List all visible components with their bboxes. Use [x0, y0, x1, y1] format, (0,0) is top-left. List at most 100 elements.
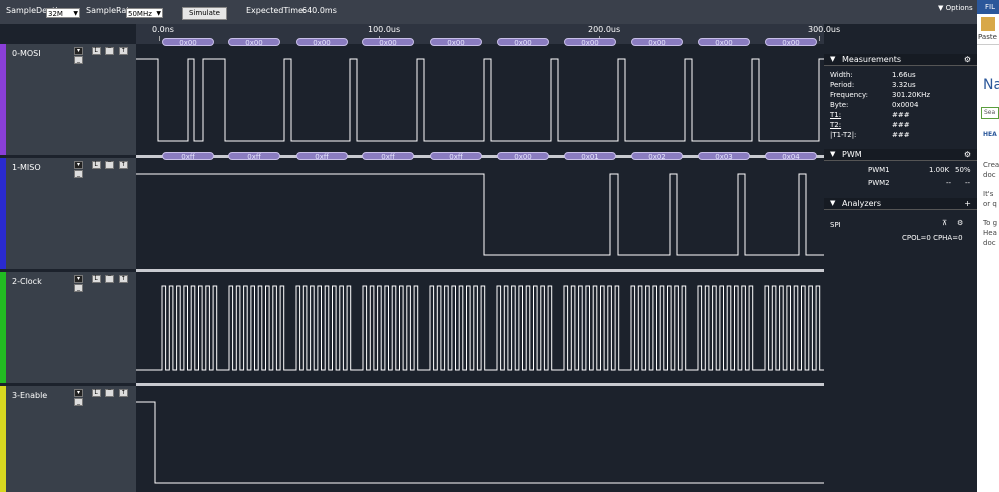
measure-value: 0x0004 [892, 101, 919, 109]
mosi-packet[interactable]: 0x00 [497, 38, 549, 47]
measure-label[interactable]: T1: [830, 111, 841, 119]
add-icon[interactable]: + [964, 199, 971, 208]
trigger-low-icon[interactable]: _ [74, 398, 83, 406]
channel-buttons: ▾ ᒪ ‾ ↑ _ [74, 389, 136, 407]
pane-text: Hea [983, 229, 997, 237]
mosi-packet[interactable]: 0x00 [698, 38, 750, 47]
sample-depth-select[interactable]: 32M ▼ [46, 8, 80, 18]
mosi-packet[interactable]: 0x00 [228, 38, 280, 47]
channel-header-mosi[interactable]: 0-MOSI ▾ ᒪ ‾ ↑ _ [0, 44, 136, 155]
analyzer-name: SPI [830, 221, 841, 229]
ruler-tick: 200.0us [588, 25, 621, 34]
trigger-low-icon[interactable]: _ [74, 56, 83, 64]
channel-color-bar [0, 386, 6, 492]
measure-label[interactable]: T2: [830, 121, 841, 129]
miso-packet[interactable]: 0xff [296, 152, 348, 161]
mosi-packet[interactable]: 0x00 [362, 38, 414, 47]
channel-menu-icon[interactable]: ▾ [74, 389, 83, 397]
mosi-packet[interactable]: 0x00 [765, 38, 817, 47]
ruler-tick: 100.0us [368, 25, 401, 34]
paste-label[interactable]: Paste [978, 33, 997, 41]
miso-packet[interactable]: 0xff [430, 152, 482, 161]
measure-label: Period: [830, 81, 855, 89]
miso-packet[interactable]: 0xff [162, 152, 214, 161]
mosi-packet[interactable]: 0x00 [162, 38, 214, 47]
waveform-miso[interactable] [136, 158, 824, 269]
miso-packet[interactable]: 0x03 [698, 152, 750, 161]
channel-color-bar [0, 272, 6, 383]
mosi-packet[interactable]: 0x00 [296, 38, 348, 47]
trigger-high-icon[interactable]: ‾ [105, 389, 115, 397]
mosi-packet[interactable]: 0x00 [430, 38, 482, 47]
sample-rate-select[interactable]: 50MHz ▼ [126, 8, 163, 18]
gear-icon[interactable]: ⚙ [964, 150, 971, 159]
channel-header-clock[interactable]: 2-Clock ▾ ᒪ ‾ ↑ _ [0, 272, 136, 383]
measure-value: ### [892, 111, 910, 119]
analyzer-remove-icon[interactable]: ⊼ [942, 219, 947, 227]
pane-text: or q [983, 200, 997, 208]
trigger-rise-icon[interactable]: ↑ [118, 161, 128, 169]
right-panel: ▼ Measurements ⚙ Width: 1.66us Period: 3… [824, 44, 977, 492]
chevron-down-icon: ▼ [156, 10, 161, 17]
triangle-down-icon: ▼ [938, 4, 944, 12]
pane-text: doc [983, 239, 996, 247]
analyzers-header[interactable]: ▼ Analyzers + [824, 198, 977, 210]
pwm-freq[interactable]: -- [946, 179, 951, 187]
analyzers-title: Analyzers [842, 199, 881, 208]
pane-text: doc [983, 171, 996, 179]
pwm-name: PWM2 [868, 179, 890, 187]
trigger-rise-icon[interactable]: ↑ [118, 275, 128, 283]
collapse-icon: ▼ [830, 55, 836, 63]
word-file-tab[interactable]: FIL [985, 3, 995, 11]
miso-packet[interactable]: 0xff [362, 152, 414, 161]
trigger-high-icon[interactable]: ‾ [105, 275, 115, 283]
waveform-enable[interactable] [136, 386, 824, 492]
channel-menu-icon[interactable]: ▾ [74, 47, 83, 55]
search-input[interactable]: Sea [981, 107, 999, 119]
pane-heading: HEA [983, 131, 997, 138]
measurements-title: Measurements [842, 55, 902, 64]
pane-text: It's [983, 190, 994, 198]
trigger-high-icon[interactable]: ‾ [105, 47, 115, 55]
simulate-button[interactable]: Simulate [182, 7, 227, 20]
trigger-edge-icon[interactable]: ᒪ [91, 161, 101, 169]
options-button[interactable]: ▼ Options [938, 4, 973, 12]
paste-icon[interactable] [981, 17, 995, 31]
gear-icon[interactable]: ⚙ [964, 55, 971, 64]
trigger-low-icon[interactable]: _ [74, 170, 83, 178]
channel-name: 1-MISO [12, 163, 41, 172]
measure-label: Byte: [830, 101, 849, 109]
measurements-header[interactable]: ▼ Measurements ⚙ [824, 54, 977, 66]
pwm-freq[interactable]: 1.00K [929, 166, 949, 174]
mosi-packet[interactable]: 0x00 [564, 38, 616, 47]
mosi-packet[interactable]: 0x00 [631, 38, 683, 47]
pwm-duty[interactable]: -- [965, 179, 970, 187]
channel-header-enable[interactable]: 3-Enable ▾ ᒪ ‾ ↑ _ [0, 386, 136, 492]
trigger-low-icon[interactable]: _ [74, 284, 83, 292]
trigger-rise-icon[interactable]: ↑ [118, 47, 128, 55]
channel-menu-icon[interactable]: ▾ [74, 161, 83, 169]
miso-packet[interactable]: 0x04 [765, 152, 817, 161]
measure-label: |T1-T2|: [830, 131, 857, 139]
trigger-high-icon[interactable]: ‾ [105, 161, 115, 169]
trigger-edge-icon[interactable]: ᒪ [91, 275, 101, 283]
waveform-mosi[interactable] [136, 44, 824, 155]
miso-packet[interactable]: 0x02 [631, 152, 683, 161]
miso-packet[interactable]: 0xff [228, 152, 280, 161]
channel-header-miso[interactable]: 1-MISO ▾ ᒪ ‾ ↑ _ [0, 158, 136, 269]
pwm-header[interactable]: ▼ PWM ⚙ [824, 149, 977, 161]
pwm-duty[interactable]: 50% [955, 166, 971, 174]
waveform-clock[interactable] [136, 272, 824, 383]
channel-menu-icon[interactable]: ▾ [74, 275, 83, 283]
channel-name: 0-MOSI [12, 49, 41, 58]
gear-icon[interactable]: ⚙ [957, 219, 963, 227]
miso-packet[interactable]: 0x00 [497, 152, 549, 161]
pwm-name: PWM1 [868, 166, 890, 174]
measure-value: 3.32us [892, 81, 916, 89]
trigger-edge-icon[interactable]: ᒪ [91, 47, 101, 55]
analyzer-settings: CPOL=0 CPHA=0 [902, 234, 963, 242]
channel-name: 2-Clock [12, 277, 42, 286]
miso-packet[interactable]: 0x01 [564, 152, 616, 161]
trigger-edge-icon[interactable]: ᒪ [91, 389, 101, 397]
trigger-rise-icon[interactable]: ↑ [118, 389, 128, 397]
